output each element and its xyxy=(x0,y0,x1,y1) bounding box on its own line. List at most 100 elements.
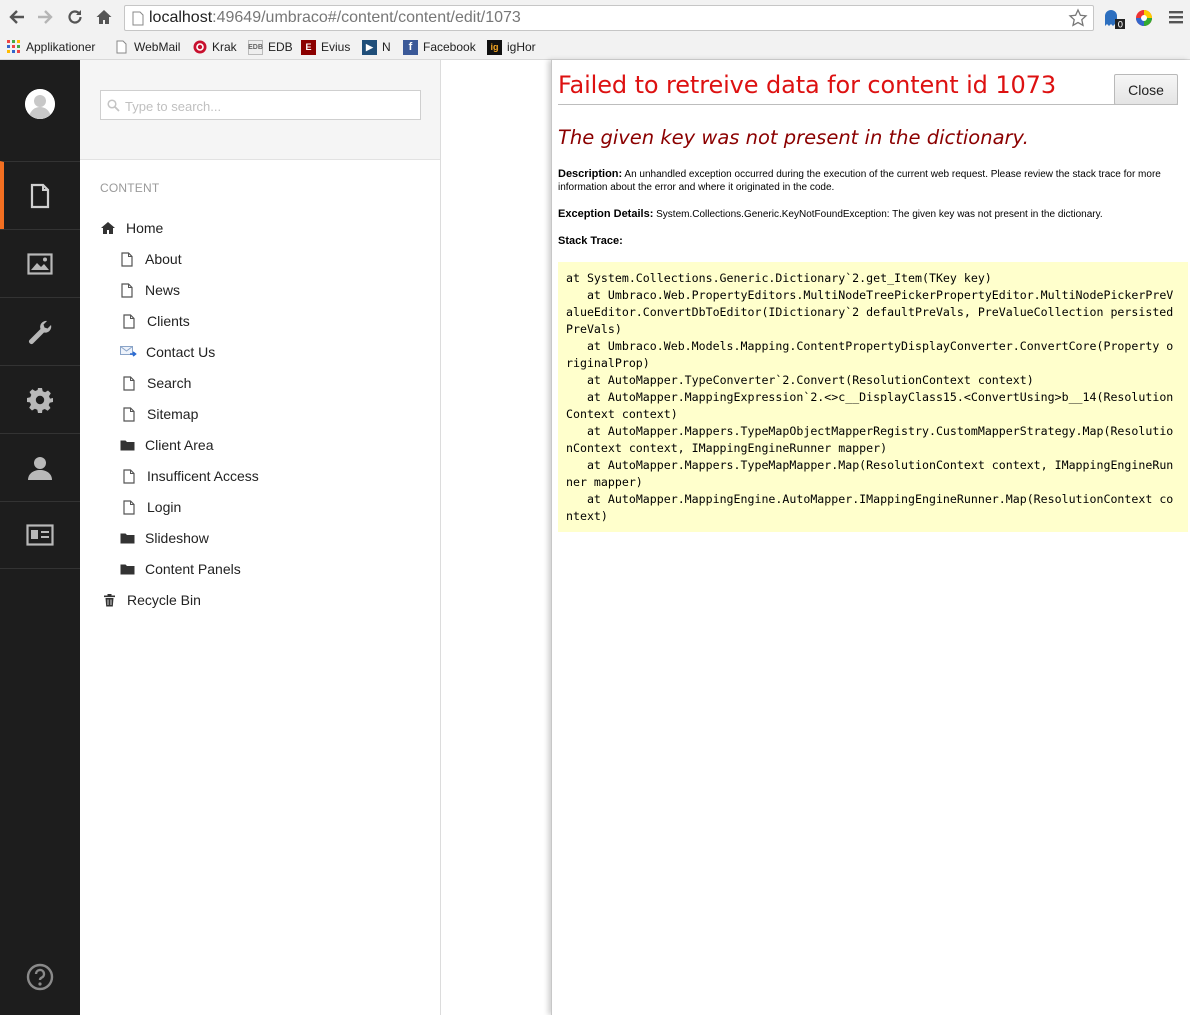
user-icon xyxy=(28,456,52,480)
reload-icon xyxy=(68,10,82,24)
bookmark-edb[interactable]: EDB EDB xyxy=(248,38,293,56)
error-title: Failed to retreive data for content id 1… xyxy=(558,71,1057,99)
evius-icon: E xyxy=(301,39,316,55)
section-users[interactable] xyxy=(0,433,80,501)
wrench-icon xyxy=(29,320,52,344)
section-content[interactable] xyxy=(0,161,80,229)
document-icon xyxy=(120,405,138,423)
image-icon xyxy=(27,252,53,275)
section-sidebar xyxy=(0,60,80,1015)
trash-icon xyxy=(100,591,118,609)
search-input[interactable] xyxy=(125,96,415,116)
home-button[interactable] xyxy=(93,6,115,28)
edb-icon: EDB xyxy=(248,39,263,55)
bookmark-krak[interactable]: Krak xyxy=(192,38,237,56)
help-icon xyxy=(26,963,54,991)
ghostery-extension-icon[interactable]: 0 xyxy=(1102,8,1126,30)
tree-node-home[interactable]: Home xyxy=(99,217,163,239)
apps-grid-icon xyxy=(6,40,21,55)
user-avatar[interactable] xyxy=(25,89,55,119)
arrow-left-icon xyxy=(9,10,24,24)
tree-node-recycle-bin[interactable]: Recycle Bin xyxy=(100,589,201,611)
document-icon xyxy=(120,312,138,330)
document-icon xyxy=(120,498,138,516)
svg-text:0: 0 xyxy=(1118,21,1124,31)
bookmark-facebook[interactable]: f Facebook xyxy=(403,38,476,56)
title-divider xyxy=(558,104,1178,105)
tree-node-label: Login xyxy=(147,499,182,515)
tree-node-slideshow[interactable]: Slideshow xyxy=(118,527,209,549)
tree-node-label: Client Area xyxy=(145,437,214,453)
bookmark-apps[interactable]: Applikationer xyxy=(6,38,95,56)
tree-node-client-area[interactable]: Client Area xyxy=(118,434,213,456)
section-settings[interactable] xyxy=(0,365,80,433)
bookmarks-bar: Applikationer WebMail Krak EDB EDB E Evi… xyxy=(0,35,1190,60)
exception-details: Exception Details: System.Collections.Ge… xyxy=(558,208,1178,221)
tree-node-label: Search xyxy=(147,375,192,391)
page-icon xyxy=(114,40,129,55)
tree-node-news[interactable]: News xyxy=(118,279,180,301)
tree-node-contact-us[interactable]: Contact Us xyxy=(119,341,215,363)
search-icon xyxy=(107,99,120,112)
tree-node-search[interactable]: Search xyxy=(120,372,191,394)
forward-button[interactable] xyxy=(34,6,56,28)
tree-node-content-panels[interactable]: Content Panels xyxy=(118,558,241,580)
document-icon xyxy=(30,183,50,208)
description-label: Description: xyxy=(558,168,623,180)
tree-node-label: About xyxy=(145,251,182,267)
exception-text: System.Collections.Generic.KeyNotFoundEx… xyxy=(656,209,1103,220)
tree-node-about[interactable]: About xyxy=(118,248,182,270)
tree-search-box[interactable] xyxy=(100,90,421,120)
id-card-icon xyxy=(26,524,54,546)
section-developer[interactable] xyxy=(0,297,80,365)
error-subtitle: The given key was not present in the dic… xyxy=(558,126,1029,149)
tree-node-label: Home xyxy=(126,220,164,236)
section-members[interactable] xyxy=(0,501,80,569)
help-button[interactable] xyxy=(26,963,54,996)
tree-node-label: News xyxy=(145,282,181,298)
close-button[interactable]: Close xyxy=(1114,74,1178,105)
stack-trace: at System.Collections.Generic.Dictionary… xyxy=(558,262,1188,532)
document-icon xyxy=(118,250,136,268)
bookmark-label: Applikationer xyxy=(26,40,96,54)
color-picker-extension-icon[interactable] xyxy=(1134,8,1154,28)
menu-icon[interactable] xyxy=(1168,8,1184,26)
section-media[interactable] xyxy=(0,229,80,297)
address-bar[interactable]: localhost:49649/umbraco#/content/content… xyxy=(124,5,1094,31)
browser-toolbar: localhost:49649/umbraco#/content/content… xyxy=(0,0,1190,35)
page-icon xyxy=(132,11,144,26)
bookmark-n[interactable]: ▶ N xyxy=(362,38,391,56)
tree-search-area xyxy=(80,60,440,160)
bookmark-ighor[interactable]: ig igHor xyxy=(487,38,536,56)
tree-heading: Content xyxy=(100,181,160,195)
tree-node-sitemap[interactable]: Sitemap xyxy=(120,403,198,425)
bookmark-star-icon[interactable] xyxy=(1068,8,1088,28)
bookmark-label: EDB xyxy=(268,40,293,54)
description-text: An unhandled exception occurred during t… xyxy=(558,169,1161,193)
tree-node-login[interactable]: Login xyxy=(120,496,181,518)
tree-node-label: Insufficent Access xyxy=(147,468,259,484)
tree-node-label: Content Panels xyxy=(145,561,241,577)
tree-node-insufficent-access[interactable]: Insufficent Access xyxy=(120,465,259,487)
krak-icon xyxy=(192,40,207,55)
bookmark-evius[interactable]: E Evius xyxy=(301,38,350,56)
back-button[interactable] xyxy=(6,6,28,28)
error-dialog: Failed to retreive data for content id 1… xyxy=(551,60,1190,1015)
bookmark-webmail[interactable]: WebMail xyxy=(114,38,180,56)
tree-node-label: Recycle Bin xyxy=(127,592,201,608)
document-icon xyxy=(118,281,136,299)
tree-node-label: Sitemap xyxy=(147,406,199,422)
home-icon xyxy=(96,10,112,24)
home-icon xyxy=(99,219,117,237)
bookmark-label: WebMail xyxy=(134,40,181,54)
url-host: localhost xyxy=(149,9,213,26)
url-text[interactable]: localhost:49649/umbraco#/content/content… xyxy=(149,9,521,27)
bookmark-label: Krak xyxy=(212,40,237,54)
tree-node-clients[interactable]: Clients xyxy=(120,310,190,332)
stack-trace-label: Stack Trace: xyxy=(558,235,623,247)
tree-node-label: Clients xyxy=(147,313,190,329)
reload-button[interactable] xyxy=(64,6,86,28)
bookmark-label: Evius xyxy=(321,40,351,54)
exception-label: Exception Details: xyxy=(558,208,654,220)
folder-icon xyxy=(118,529,136,547)
